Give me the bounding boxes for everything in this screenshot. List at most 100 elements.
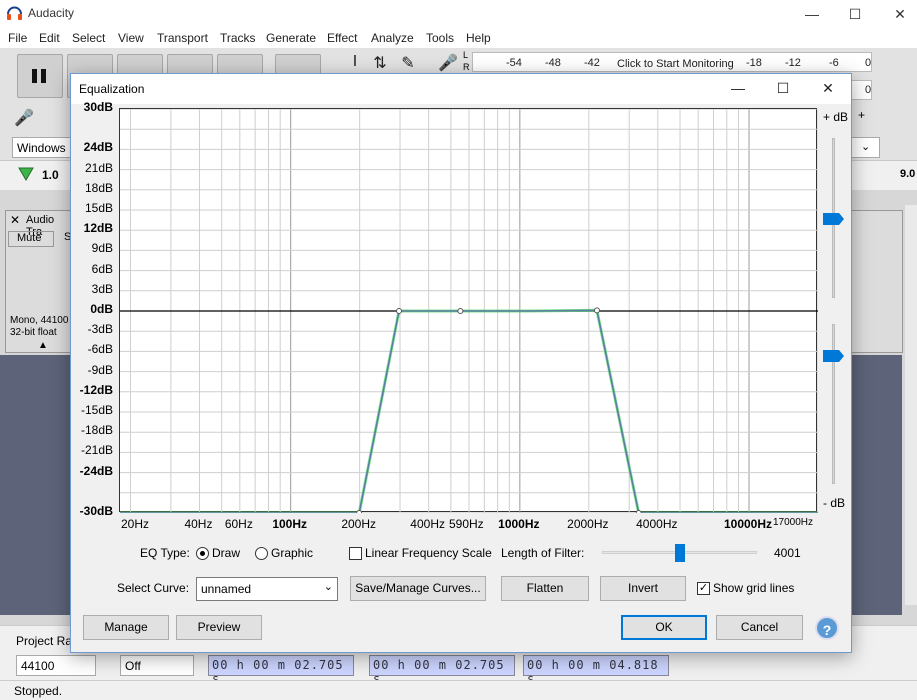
monitor-label[interactable]: Click to Start Monitoring xyxy=(617,58,734,70)
x-tick-label: 1000Hz xyxy=(498,517,540,531)
menu-select[interactable]: Select xyxy=(72,31,105,45)
eq-draw-radio[interactable] xyxy=(196,547,209,560)
eq-control-point xyxy=(593,307,600,314)
mute-button[interactable]: Mute xyxy=(8,231,54,247)
select-curve-label: Select Curve: xyxy=(117,581,190,595)
flatten-button[interactable]: Flatten xyxy=(501,576,589,601)
device-select[interactable]: ⌄ xyxy=(850,137,880,158)
show-grid-checkbox[interactable]: ✓ xyxy=(697,582,710,595)
eq-type-label: EQ Type: xyxy=(140,546,190,560)
audio-position-time[interactable]: 00 h 00 m 04.818 s xyxy=(523,655,669,686)
audio-host-select[interactable]: Windows xyxy=(12,137,72,158)
linear-frequency-checkbox[interactable] xyxy=(349,547,362,560)
meter-tick: -42 xyxy=(584,57,600,69)
vertical-scrollbar[interactable] xyxy=(905,205,917,605)
db-max-slider-thumb[interactable] xyxy=(823,213,845,225)
app-titlebar xyxy=(0,0,917,28)
pause-button[interactable] xyxy=(17,54,63,98)
menu-tools[interactable]: Tools xyxy=(426,31,454,45)
invert-button[interactable]: Invert xyxy=(600,576,686,601)
filter-length-thumb[interactable] xyxy=(674,544,685,562)
select-curve-dropdown[interactable]: unnamed ⌄ xyxy=(196,577,338,601)
close-icon[interactable]: ✕ xyxy=(888,4,912,24)
eq-graphic-label[interactable]: Graphic xyxy=(271,546,313,560)
y-tick-label: 12dB xyxy=(83,221,113,236)
envelope-tool-icon[interactable]: ⇅ xyxy=(370,53,390,75)
project-rate-select[interactable]: 44100 xyxy=(16,655,96,676)
meter-tick: -6 xyxy=(829,57,839,69)
y-tick-label: -6dB xyxy=(87,342,113,357)
meter-left-channel-label: L xyxy=(463,50,469,60)
track-format: Mono, 44100 xyxy=(10,315,69,326)
x-tick-label: 200Hz xyxy=(341,517,376,531)
db-min-slider-thumb[interactable] xyxy=(823,350,845,362)
eq-control-point xyxy=(635,510,642,516)
selection-end-time[interactable]: 00 h 00 m 02.705 s xyxy=(369,655,515,686)
y-tick-label: 30dB xyxy=(83,100,113,114)
y-tick-label: -9dB xyxy=(87,362,113,377)
menu-view[interactable]: View xyxy=(118,31,144,45)
cancel-button[interactable]: Cancel xyxy=(716,615,803,640)
play-at-speed[interactable]: 1.0 xyxy=(12,166,70,188)
eq-curve-graph[interactable] xyxy=(119,108,819,516)
eq-control-point xyxy=(457,308,464,314)
y-tick-label: -3dB xyxy=(87,322,113,337)
meter-tick: -54 xyxy=(506,57,522,69)
play-speed-triangle-icon xyxy=(18,167,34,181)
meter-tick: -12 xyxy=(785,57,801,69)
dialog-maximize-icon[interactable]: ☐ xyxy=(771,80,795,98)
show-grid-label[interactable]: Show grid lines xyxy=(713,581,794,595)
timeline-label: 9.0 xyxy=(900,168,916,180)
track-waveform xyxy=(851,210,903,353)
y-tick-label: 9dB xyxy=(91,241,113,256)
status-bar xyxy=(0,680,917,700)
track-bitdepth: 32-bit float xyxy=(10,327,57,338)
linear-frequency-label[interactable]: Linear Frequency Scale xyxy=(365,546,492,560)
db-min-slider-track[interactable] xyxy=(832,324,835,484)
menu-file[interactable]: File xyxy=(8,31,27,45)
x-tick-label: 40Hz xyxy=(184,517,213,531)
chevron-down-icon: ⌄ xyxy=(323,581,333,593)
meter-tick: 0 xyxy=(865,84,872,96)
y-tick-label: -30dB xyxy=(79,504,113,518)
selection-start-time[interactable]: 00 h 00 m 02.705 s xyxy=(208,655,354,686)
menu-tracks[interactable]: Tracks xyxy=(220,31,256,45)
record-meter-mic-icon[interactable]: 🎤 xyxy=(438,53,458,75)
x-tick-label: 2000Hz xyxy=(567,517,609,531)
menu-generate[interactable]: Generate xyxy=(266,31,316,45)
maximize-icon[interactable]: ☐ xyxy=(843,4,867,24)
draw-tool-icon[interactable]: ✎ xyxy=(398,53,418,75)
selection-tool-icon[interactable]: I xyxy=(345,53,365,75)
menu-help[interactable]: Help xyxy=(466,31,491,45)
snap-to-select[interactable]: Off xyxy=(120,655,194,676)
eq-curve-canvas[interactable] xyxy=(120,108,819,516)
db-minus-label: - dB xyxy=(823,496,846,510)
preview-button[interactable]: Preview xyxy=(176,615,262,640)
menu-transport[interactable]: Transport xyxy=(157,31,208,45)
track-close-icon[interactable]: ✕ xyxy=(10,213,20,227)
x-tick-label: 400Hz xyxy=(410,517,445,531)
manage-button[interactable]: Manage xyxy=(83,615,169,640)
project-rate-label: Project Ra xyxy=(16,634,73,648)
menu-effect[interactable]: Effect xyxy=(327,31,357,45)
y-tick-label: 18dB xyxy=(84,180,113,195)
save-manage-curves-button[interactable]: Save/Manage Curves... xyxy=(350,576,486,601)
dialog-close-icon[interactable]: ✕ xyxy=(816,80,840,98)
help-icon[interactable]: ? xyxy=(815,616,839,640)
minimize-icon[interactable]: — xyxy=(800,4,824,24)
collapse-track-icon[interactable]: ▲ xyxy=(38,340,48,351)
eq-draw-label[interactable]: Draw xyxy=(212,546,240,560)
menu-analyze[interactable]: Analyze xyxy=(371,31,414,45)
ok-button[interactable]: OK xyxy=(621,615,707,640)
dialog-minimize-icon[interactable]: — xyxy=(726,80,750,98)
y-tick-label: 3dB xyxy=(91,281,113,296)
x-tick-label: 20Hz xyxy=(121,517,150,531)
menu-edit[interactable]: Edit xyxy=(39,31,60,45)
equalization-dialog: Equalization — ☐ ✕ 30dB 24dB 21dB 18dB 15dB 1… xyxy=(70,73,852,653)
y-tick-label: 21dB xyxy=(84,160,113,175)
eq-graphic-radio[interactable] xyxy=(255,547,268,560)
app-title: Audacity xyxy=(28,6,75,20)
y-tick-label: -12dB xyxy=(79,382,113,397)
x-tick-label: 10000Hz xyxy=(723,517,773,531)
chevron-down-icon: ⌄ xyxy=(861,141,871,153)
